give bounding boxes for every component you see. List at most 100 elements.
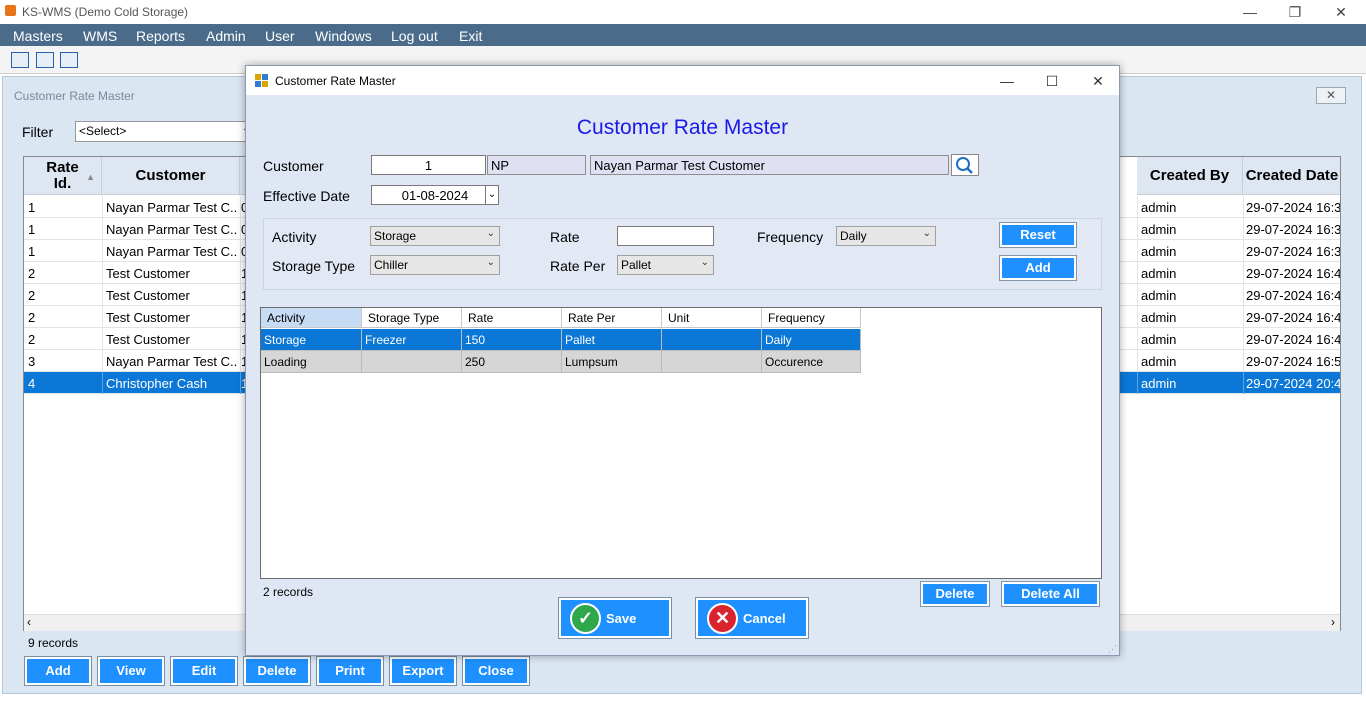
effective-date-field[interactable]: 01-08-2024 xyxy=(371,185,499,205)
cancel-button[interactable]: ✕ Cancel xyxy=(695,597,809,639)
app-title: KS-WMS (Demo Cold Storage) xyxy=(22,5,189,19)
resize-grip-icon[interactable]: ⋰ xyxy=(1108,644,1117,655)
column-divider xyxy=(1243,306,1244,328)
rate-id-cell: 4 xyxy=(28,376,36,391)
menu-exit[interactable]: Exit xyxy=(459,28,482,44)
column-divider xyxy=(1137,306,1138,328)
frequency-select[interactable]: Daily ⌄ xyxy=(836,226,936,246)
filter-label: Filter xyxy=(22,124,54,140)
column-divider xyxy=(102,328,103,350)
dialog-minimize-icon[interactable]: — xyxy=(995,70,1019,92)
activity-select[interactable]: Storage ⌄ xyxy=(370,226,500,246)
customer-id-field[interactable]: 1 xyxy=(371,155,486,175)
column-header-rate-id[interactable]: Rate Id. ▲ xyxy=(24,157,102,195)
detail-row[interactable]: Loading 250 Lumpsum Occurence xyxy=(261,351,861,373)
rate-cell: 250 xyxy=(462,351,562,373)
created-by-cell: admin xyxy=(1141,310,1177,325)
column-header-rate[interactable]: Rate xyxy=(462,308,562,328)
created-date-cell: 29-07-2024 16:40 xyxy=(1246,310,1341,325)
date-picker-dropdown-icon[interactable]: ⌄ xyxy=(485,185,499,205)
search-icon xyxy=(956,157,973,174)
check-icon: ✓ xyxy=(570,603,601,634)
chevron-down-icon: ⌄ xyxy=(922,228,931,239)
rate-input[interactable] xyxy=(617,226,714,246)
column-header-frequency[interactable]: Frequency xyxy=(762,308,861,328)
column-header-rate-id-label: Rate Id. xyxy=(46,158,79,192)
menu-wms[interactable]: WMS xyxy=(83,28,117,44)
close-icon[interactable]: ✕ xyxy=(1330,2,1352,22)
column-header-created-by[interactable]: Created By xyxy=(1137,157,1243,195)
storage-type-select[interactable]: Chiller ⌄ xyxy=(370,255,500,275)
column-header-unit[interactable]: Unit xyxy=(662,308,762,328)
edit-button[interactable]: Edit xyxy=(170,656,238,686)
dialog-close-icon[interactable]: ✕ xyxy=(1086,70,1110,92)
rate-id-cell: 3 xyxy=(28,354,36,369)
detail-row[interactable]: Storage Freezer 150 Pallet Daily xyxy=(261,329,861,351)
print-button[interactable]: Print xyxy=(316,656,384,686)
created-date-cell: 29-07-2024 16:40 xyxy=(1246,332,1341,347)
menu-windows[interactable]: Windows xyxy=(315,28,372,44)
add-button[interactable]: Add xyxy=(24,656,92,686)
column-divider xyxy=(240,284,241,306)
cancel-button-label: Cancel xyxy=(743,611,786,626)
chart-icon[interactable] xyxy=(11,52,29,68)
created-date-cell: 29-07-2024 16:58 xyxy=(1246,354,1341,369)
menu-user[interactable]: User xyxy=(265,28,295,44)
minimize-icon[interactable]: — xyxy=(1239,2,1261,22)
unit-cell xyxy=(662,329,762,351)
frequency-cell: Daily xyxy=(762,329,861,351)
export-button[interactable]: Export xyxy=(389,656,457,686)
frequency-cell: Occurence xyxy=(762,351,861,373)
delete-button[interactable]: Delete xyxy=(243,656,311,686)
save-button-label: Save xyxy=(606,611,637,626)
menu-masters[interactable]: Masters xyxy=(13,28,63,44)
scroll-left-icon[interactable]: ‹ xyxy=(27,615,31,629)
reset-button[interactable]: Reset xyxy=(999,222,1077,248)
column-header-rate-per[interactable]: Rate Per xyxy=(562,308,662,328)
restore-icon[interactable]: ❐ xyxy=(1284,2,1306,22)
chevron-down-icon: ⌄ xyxy=(486,257,495,268)
column-header-created-date[interactable]: Created Date xyxy=(1243,157,1340,195)
column-divider xyxy=(1243,262,1244,284)
close-button[interactable]: Close xyxy=(462,656,530,686)
add-rate-button[interactable]: Add xyxy=(999,255,1077,281)
menu-reports[interactable]: Reports xyxy=(136,28,185,44)
records-count: 9 records xyxy=(28,636,79,650)
delete-all-button[interactable]: Delete All xyxy=(1001,581,1100,607)
rate-detail-grid[interactable]: Activity Storage Type Rate Rate Per Unit… xyxy=(260,307,1102,579)
column-divider xyxy=(240,218,241,240)
customer-search-button[interactable] xyxy=(951,154,979,176)
column-header-storage-type[interactable]: Storage Type xyxy=(362,308,462,328)
column-divider xyxy=(1137,262,1138,284)
column-divider xyxy=(1243,328,1244,350)
app-title-bar xyxy=(0,0,1366,24)
column-header-activity[interactable]: Activity xyxy=(261,308,362,328)
effective-date-label: Effective Date xyxy=(263,188,350,204)
created-date-cell: 29-07-2024 16:38 xyxy=(1246,222,1341,237)
customer-name-field: Nayan Parmar Test Customer xyxy=(590,155,949,175)
menu-logout[interactable]: Log out xyxy=(391,28,438,44)
child-close-button[interactable]: ✕ xyxy=(1316,87,1346,104)
customer-cell: Nayan Parmar Test C... xyxy=(106,244,238,259)
customer-cell: Nayan Parmar Test C... xyxy=(106,222,238,237)
calculator-icon[interactable] xyxy=(60,52,78,68)
created-by-cell: admin xyxy=(1141,244,1177,259)
column-divider xyxy=(102,218,103,240)
dialog-maximize-icon[interactable]: ☐ xyxy=(1040,70,1064,92)
delete-row-button[interactable]: Delete xyxy=(920,581,990,607)
view-button[interactable]: View xyxy=(97,656,165,686)
rate-id-cell: 2 xyxy=(28,266,36,281)
column-divider xyxy=(240,306,241,328)
rate-per-select[interactable]: Pallet ⌄ xyxy=(617,255,714,275)
save-button[interactable]: ✓ Save xyxy=(558,597,672,639)
menu-admin[interactable]: Admin xyxy=(206,28,246,44)
scroll-right-icon[interactable]: › xyxy=(1331,615,1335,629)
filter-select[interactable]: <Select> ⌄ xyxy=(75,121,255,142)
storage-type-select-value: Chiller xyxy=(374,258,409,272)
column-divider xyxy=(1137,284,1138,306)
column-header-customer[interactable]: Customer xyxy=(102,157,240,195)
created-by-cell: admin xyxy=(1141,222,1177,237)
rate-id-cell: 2 xyxy=(28,288,36,303)
rate-id-cell: 1 xyxy=(28,200,36,215)
list-icon[interactable] xyxy=(36,52,54,68)
